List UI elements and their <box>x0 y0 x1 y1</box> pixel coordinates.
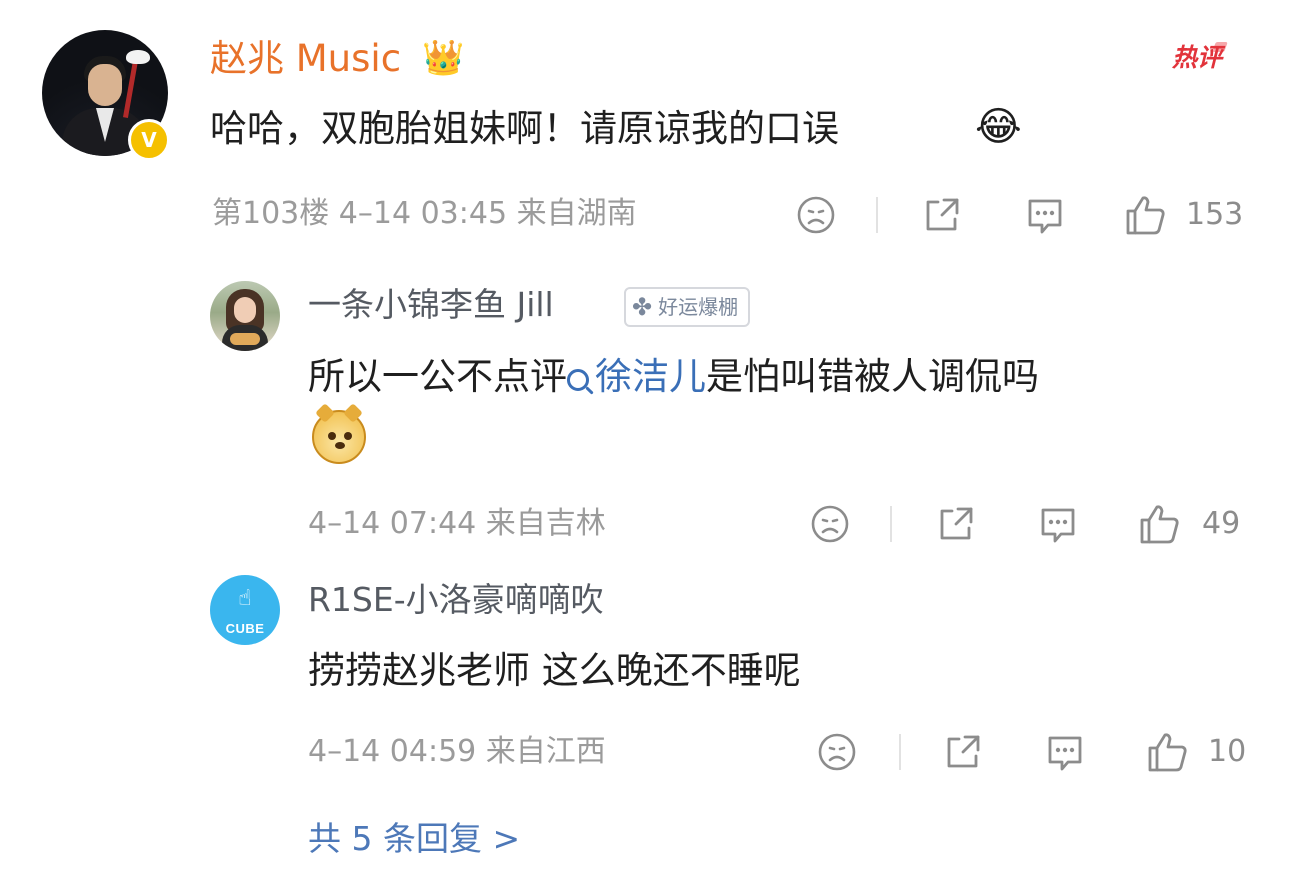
comment-icon[interactable] <box>1037 504 1079 546</box>
comment-text: 哈哈，双胞胎姐妹啊！请原谅我的口误 <box>210 107 839 150</box>
dislike-face-icon[interactable] <box>796 195 836 235</box>
view-all-replies-link[interactable]: 共 5 条回复 > <box>308 816 520 862</box>
doge-emoji-icon <box>312 403 366 464</box>
good-luck-badge[interactable]: ✤ 好运爆棚 <box>624 287 751 327</box>
like-count: 49 <box>1202 506 1241 541</box>
dislike-face-icon[interactable] <box>817 732 857 772</box>
reply-text: 所以一公不点评 徐洁儿是怕叫错被人调侃吗 <box>308 352 1039 402</box>
reply-author-avatar[interactable]: ☝ CUBE <box>210 575 280 645</box>
clover-icon: ✤ <box>632 293 653 321</box>
comment-icon[interactable] <box>1044 732 1086 774</box>
dislike-face-icon[interactable] <box>810 504 850 544</box>
badge-label: 好运爆棚 <box>658 295 739 319</box>
mention-label: 徐洁儿 <box>595 355 706 398</box>
reply-meta: 4–14 04:59 来自江西 <box>308 734 606 769</box>
reply-text-part: 所以一公不点评 <box>308 355 567 398</box>
comment-author-name[interactable]: 赵兆 Music <box>210 34 401 84</box>
action-divider <box>899 734 901 770</box>
reply-text: 捞捞赵兆老师 这么晚还不睡呢 <box>308 649 801 692</box>
crown-icon: 👑 <box>422 38 465 78</box>
share-icon[interactable] <box>936 504 976 544</box>
like-count: 153 <box>1186 197 1244 232</box>
verified-badge-icon: V <box>128 119 170 161</box>
share-icon[interactable] <box>943 732 983 772</box>
reply-author-name[interactable]: R1SE-小洛豪嘀嘀吹 <box>308 578 604 622</box>
comment-icon[interactable] <box>1024 195 1066 237</box>
reply-text-part: 是怕叫错被人调侃吗 <box>706 355 1039 398</box>
avatar-logo-text: CUBE <box>225 621 265 636</box>
reply-author-name[interactable]: 一条小锦李鱼 Jill <box>308 283 554 327</box>
search-icon <box>567 369 589 391</box>
comment-meta: 第103楼 4–14 03:45 来自湖南 <box>212 196 637 231</box>
laugh-cry-emoji-icon: 😂 <box>975 104 1022 150</box>
action-divider <box>890 506 892 542</box>
like-thumb-icon[interactable] <box>1124 193 1168 237</box>
hot-comment-tag: 热评 <box>1172 40 1222 76</box>
like-thumb-icon[interactable] <box>1146 730 1190 774</box>
action-divider <box>876 197 878 233</box>
like-thumb-icon[interactable] <box>1138 502 1182 546</box>
share-icon[interactable] <box>922 195 962 235</box>
pointing-hand-icon: ☝ <box>238 586 252 611</box>
like-count: 10 <box>1208 734 1247 769</box>
mention-link[interactable]: 徐洁儿 <box>567 355 706 398</box>
reply-author-avatar[interactable] <box>210 281 280 351</box>
reply-meta: 4–14 07:44 来自吉林 <box>308 506 606 541</box>
